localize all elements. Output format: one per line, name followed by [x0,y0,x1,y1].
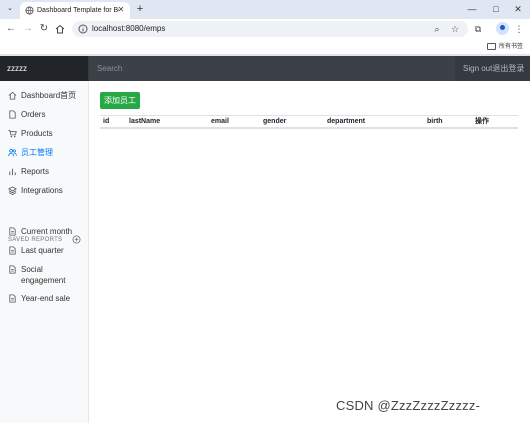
top-navbar: zzzzz Search Sign out退出登录 [0,56,530,81]
arrow-right-icon[interactable]: → [22,23,34,35]
sidebar-item-orders[interactable]: Orders [8,109,88,121]
file-text-icon [9,265,16,274]
users-icon [8,148,17,157]
saved-report-year-end-sale[interactable]: Year-end sale [8,293,88,305]
brand-link[interactable]: zzzzz [0,56,88,81]
column-header-actions: 操作 [475,118,489,125]
column-header-birth: birth [427,118,443,125]
profile-avatar[interactable] [496,22,509,35]
new-tab-icon[interactable]: + [134,3,146,15]
close-window-icon[interactable]: ✕ [510,2,526,16]
url-field[interactable]: localhost:8080/emps ⌕ ☆ [72,21,468,37]
saved-report-last-quarter[interactable]: Last quarter [8,245,88,257]
main-content: 添加员工 id lastName email gender department… [89,81,530,423]
column-header-department: department [327,118,366,125]
sidebar-item-label: Dashboard首页 [21,91,77,100]
add-employee-button[interactable]: 添加员工 [100,92,140,109]
column-header-email: email [211,118,229,125]
close-tab-icon[interactable]: ✕ [116,5,126,15]
address-bar-row: ← → ↻ localhost:8080/emps ⌕ ☆ ⧉ ⋮ [0,19,530,39]
home-icon[interactable] [55,24,65,34]
sidebar-item-label: Reports [21,167,50,176]
sidebar-item-dashboard[interactable]: Dashboard首页 [8,90,88,102]
cart-icon [8,129,17,138]
employee-table-header: id lastName email gender department birt… [100,115,518,129]
browser-tab-strip: ⌄ Dashboard Template for Boo ✕ + — □ ✕ [0,0,530,19]
file-text-icon [9,227,16,236]
web-page: zzzzz Search Sign out退出登录 Dashboard首页 Or… [0,56,530,423]
reload-icon[interactable]: ↻ [38,23,50,35]
layers-icon [8,186,17,195]
sidebar-item-label: Integrations [21,186,63,195]
sidebar-item-employees[interactable]: 员工管理 [8,147,88,159]
puzzle-icon[interactable]: ⧉ [472,23,484,35]
arrow-left-icon[interactable]: ← [5,23,17,35]
globe-icon [25,6,34,15]
saved-report-label: Year-end sale [21,294,71,303]
sidebar: Dashboard首页 Orders Products 员工管理 Reports… [0,81,89,423]
column-header-lastname: lastName [129,118,161,125]
sidebar-item-products[interactable]: Products [8,128,88,140]
saved-report-current-month[interactable]: Current month [8,226,88,238]
home-icon [8,91,17,100]
minimize-icon[interactable]: — [464,2,480,16]
file-text-icon [9,294,16,303]
browser-tab[interactable]: Dashboard Template for Boo ✕ [20,2,130,19]
sidebar-item-integrations[interactable]: Integrations [8,185,88,197]
file-icon [9,110,16,119]
sidebar-item-label: 员工管理 [21,148,53,157]
bar-chart-icon [9,168,16,176]
sidebar-item-label: Orders [21,110,46,119]
saved-report-label: Last quarter [21,246,64,255]
maximize-icon[interactable]: □ [488,2,504,16]
sidebar-item-label: Products [21,129,53,138]
sidebar-item-reports[interactable]: Reports [8,166,88,178]
star-icon[interactable]: ☆ [450,24,460,34]
bookmarks-bar: 所有书签 [0,39,530,55]
saved-report-label: Social engagement [21,265,66,285]
bookmarks-folder-label: 所有书签 [499,44,524,50]
column-header-gender: gender [263,118,287,125]
kebab-icon[interactable]: ⋮ [513,23,525,35]
search-input[interactable]: Search [89,56,455,81]
file-text-icon [9,246,16,255]
folder-icon [487,43,496,50]
saved-report-label: Current month [21,227,73,236]
tab-title: Dashboard Template for Boo [37,7,119,14]
tab-search-icon[interactable]: ⌄ [4,3,16,15]
sign-out-link[interactable]: Sign out退出登录 [463,56,524,81]
csdn-watermark: CSDN @ZzzZzzzZzzzz- [336,398,481,413]
saved-report-social-engagement[interactable]: Social engagement [8,264,88,288]
url-text: localhost:8080/emps [92,24,166,33]
zoom-icon[interactable]: ⌕ [432,24,442,34]
site-info-icon[interactable] [78,24,88,34]
column-header-id: id [103,118,110,125]
